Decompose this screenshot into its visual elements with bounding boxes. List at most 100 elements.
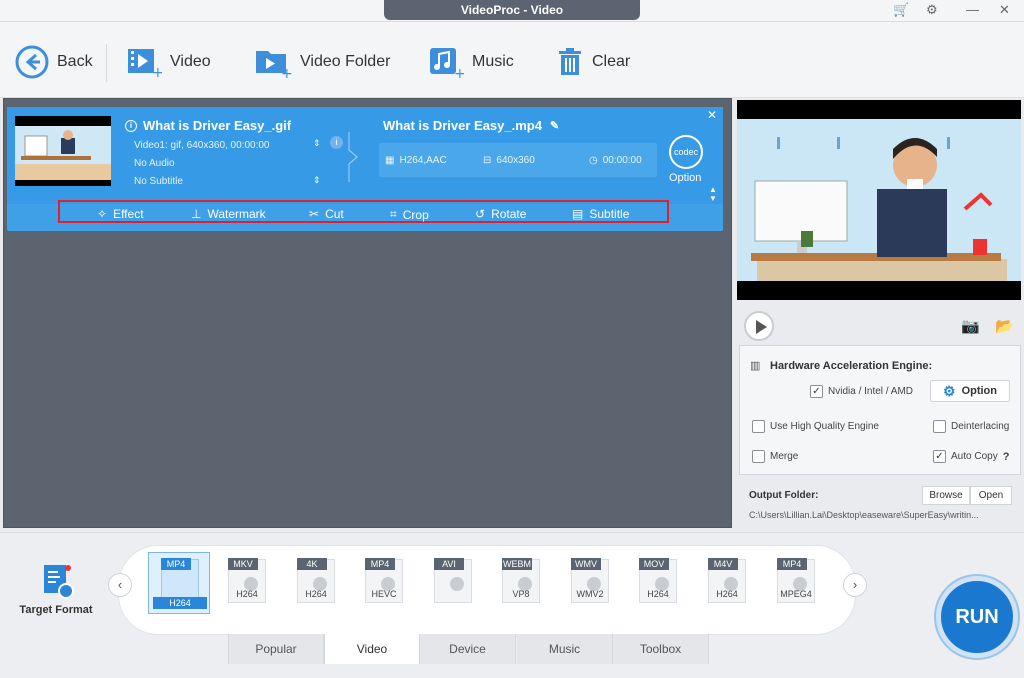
format-item[interactable]: MKV H264	[220, 555, 274, 611]
tab-toolbox[interactable]: Toolbox	[613, 634, 709, 664]
format-item-selected[interactable]: MP4 H264	[148, 552, 210, 614]
video-preview[interactable]	[737, 100, 1021, 300]
cart-icon[interactable]: 🛒	[893, 2, 909, 18]
svg-text:+: +	[281, 66, 292, 79]
clear-button[interactable]: Clear	[556, 42, 630, 82]
auto-copy-label: Auto Copy	[951, 451, 998, 462]
source-title: i What is Driver Easy_.gif	[125, 118, 291, 133]
subtitle-label: Subtitle	[589, 207, 630, 221]
target-format-label: Target Format	[19, 604, 93, 616]
format-codec: WMV2	[576, 589, 604, 599]
checkbox-unchecked-icon[interactable]	[933, 420, 946, 433]
cut-button[interactable]: ✂ Cut	[309, 207, 344, 221]
open-button[interactable]: Open	[970, 486, 1012, 505]
format-item[interactable]: WEBM VP8	[494, 555, 548, 611]
main-toolbar: Back + Video + Video Folder + Music Clea…	[0, 22, 1024, 98]
hw-accel-label: Nvidia / Intel / AMD	[828, 386, 914, 397]
rotate-button[interactable]: ↺ Rotate	[475, 207, 526, 221]
high-quality-label: Use High Quality Engine	[770, 421, 879, 432]
checkbox-checked-icon[interactable]: ✓	[933, 450, 946, 463]
gear-icon[interactable]: ⚙	[926, 2, 938, 18]
format-codec: H264	[716, 589, 738, 599]
add-music-button[interactable]: + Music	[428, 42, 514, 82]
video-folder-label: Video Folder	[300, 53, 391, 70]
add-video-folder-button[interactable]: + Video Folder	[254, 42, 390, 82]
rotate-label: Rotate	[491, 207, 527, 221]
reorder-arrows-icon[interactable]: ▲ ▼	[709, 185, 717, 203]
output-duration: 00:00:00	[602, 155, 642, 166]
tab-video[interactable]: Video	[324, 634, 420, 664]
checkbox-unchecked-icon[interactable]	[752, 420, 765, 433]
back-label: Back	[57, 53, 93, 70]
format-tag: MP4	[365, 558, 395, 570]
source-subtitle-info[interactable]: No Subtitle	[134, 176, 183, 187]
checkbox-unchecked-icon[interactable]	[752, 450, 765, 463]
thumbnail-image	[15, 130, 111, 180]
codec-option-icon[interactable]: codec	[669, 135, 703, 169]
output-folder-label: Output Folder:	[749, 490, 819, 501]
video-track-dropdown-icon[interactable]: ⇕	[313, 138, 321, 149]
video-thumbnail[interactable]	[15, 116, 111, 186]
auto-copy-checkbox[interactable]: ✓ Auto Copy?	[933, 450, 1009, 463]
magic-wand-icon: ✧	[97, 207, 108, 221]
format-item[interactable]: WMV WMV2	[563, 555, 617, 611]
source-audio-info[interactable]: No Audio	[134, 158, 175, 169]
settings-panel: ▥ Hardware Acceleration Engine: ✓ Nvidia …	[739, 345, 1021, 475]
info-icon: i	[125, 119, 137, 132]
high-quality-checkbox[interactable]: Use High Quality Engine	[752, 420, 879, 433]
tab-device[interactable]: Device	[420, 634, 516, 664]
toolbar-divider	[106, 44, 107, 82]
cut-label: Cut	[325, 207, 344, 221]
close-icon[interactable]: ✕	[999, 2, 1010, 18]
play-button[interactable]	[744, 311, 774, 341]
format-item[interactable]: AVI	[426, 555, 480, 611]
format-item[interactable]: 4K H264	[289, 555, 343, 611]
preview-frame	[737, 119, 1021, 281]
watermark-label: Watermark	[207, 207, 266, 221]
subtitle-dropdown-icon[interactable]: ⇕	[313, 175, 321, 186]
format-prev-button[interactable]: ‹	[108, 573, 132, 597]
preview-image	[737, 119, 1021, 281]
help-question-icon[interactable]: ?	[1003, 451, 1010, 463]
add-video-button[interactable]: + Video	[126, 42, 211, 82]
output-duration-item: ◷ 00:00:00	[589, 155, 642, 166]
tab-music[interactable]: Music	[517, 634, 613, 664]
source-video-info[interactable]: Video1: gif, 640x360, 00:00:00	[134, 140, 269, 151]
watermark-button[interactable]: ⊥ Watermark	[191, 207, 266, 221]
tab-popular[interactable]: Popular	[228, 634, 324, 664]
format-tag: WEBM	[502, 558, 532, 570]
video-add-icon: +	[128, 49, 162, 79]
open-folder-icon[interactable]: 📂	[995, 317, 1014, 335]
preview-controls: 📷 📂	[737, 303, 1021, 343]
edit-pencil-icon[interactable]: ✎	[550, 119, 559, 132]
target-format-button[interactable]: Target Format	[12, 563, 100, 616]
format-next-button[interactable]: ›	[843, 573, 867, 597]
format-item[interactable]: MOV H264	[631, 555, 685, 611]
minimize-icon[interactable]: —	[966, 2, 979, 17]
remove-item-icon[interactable]: ✕	[707, 108, 717, 122]
output-resolution: 640x360	[496, 155, 535, 166]
clock-icon: ◷	[589, 155, 598, 166]
format-item[interactable]: MP4 HEVC	[357, 555, 411, 611]
format-item[interactable]: M4V H264	[700, 555, 754, 611]
merge-checkbox[interactable]: Merge	[752, 450, 798, 463]
subtitle-button[interactable]: ▤ Subtitle	[572, 207, 629, 221]
format-bar: Target Format ‹ › MP4 H264 MKV H264 4K H26…	[0, 532, 1024, 678]
snapshot-camera-icon[interactable]: 📷	[961, 317, 980, 335]
hw-option-button[interactable]: ⚙ Option	[930, 380, 1010, 402]
video-item-card[interactable]: i What is Driver Easy_.gif Video1: gif, …	[7, 107, 723, 231]
deinterlacing-checkbox[interactable]: Deinterlacing	[933, 420, 1009, 433]
run-button[interactable]: RUN	[936, 576, 1018, 658]
back-button[interactable]: Back	[15, 42, 93, 82]
crop-button[interactable]: ⌗ Crop	[390, 207, 429, 222]
output-filename: What is Driver Easy_.mp4	[383, 118, 542, 133]
codec-option-label[interactable]: Option	[669, 172, 701, 184]
media-info-icon[interactable]: i	[330, 136, 343, 149]
format-item[interactable]: MP4 MPEG4	[769, 555, 823, 611]
browse-button[interactable]: Browse	[922, 486, 970, 505]
stamp-icon: ⊥	[191, 207, 202, 221]
hw-accel-checkbox[interactable]: ✓ Nvidia / Intel / AMD	[810, 385, 913, 398]
checkbox-checked-icon[interactable]: ✓	[810, 385, 823, 398]
gear-icon: ⚙	[943, 382, 956, 399]
effect-button[interactable]: ✧ Effect	[97, 207, 144, 221]
